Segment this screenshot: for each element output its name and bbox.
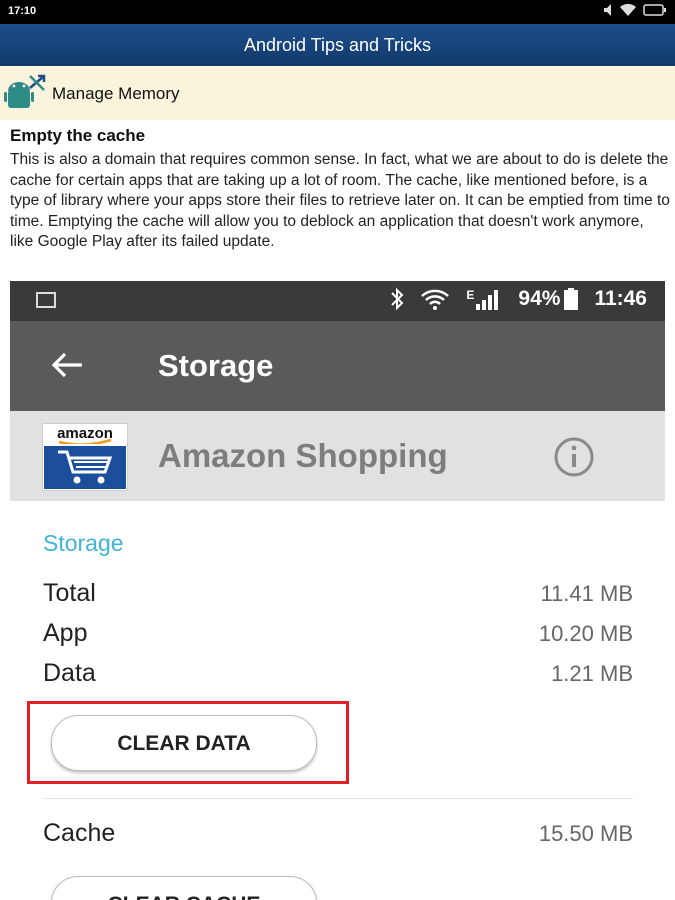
device-status-bar: 17:10	[0, 0, 675, 24]
article: Empty the cache This is also a domain th…	[10, 124, 670, 253]
row-value: 1.21 MB	[551, 661, 633, 686]
storage-toolbar: Storage	[10, 321, 665, 411]
image-notification-icon	[36, 292, 56, 308]
device-time: 17:10	[8, 5, 37, 17]
mute-icon	[604, 4, 611, 16]
android-tools-icon	[4, 74, 46, 108]
battery-percent: 94%	[518, 287, 561, 310]
storage-row-total: Total 11.41 MB	[43, 579, 633, 613]
row-value: 15.50 MB	[538, 821, 633, 846]
row-value: 10.20 MB	[538, 621, 633, 646]
wifi-icon	[421, 289, 450, 310]
embedded-screenshot: E 94% 11:46 Storage amazon Amazon Shoppi…	[10, 281, 665, 900]
toolbar-title: Storage	[158, 348, 274, 383]
article-heading: Empty the cache	[10, 126, 146, 145]
article-body: This is also a domain that requires comm…	[10, 151, 670, 250]
storage-card: Storage Total 11.41 MB App 10.20 MB Data…	[10, 501, 665, 900]
storage-section-header: Storage	[43, 530, 124, 556]
section-header[interactable]: Manage Memory	[0, 66, 675, 120]
row-label: App	[43, 619, 88, 647]
storage-row-cache: Cache 15.50 MB	[43, 819, 633, 853]
battery-icon	[564, 288, 579, 310]
battery-icon	[643, 4, 666, 16]
clear-cache-button[interactable]: CLEAR CACHE	[51, 876, 317, 900]
row-label: Total	[43, 579, 96, 607]
highlight-box	[27, 701, 349, 784]
row-label: Cache	[43, 819, 116, 847]
back-arrow-icon[interactable]	[50, 351, 84, 379]
row-value: 11.41 MB	[540, 581, 633, 606]
screenshot-status-bar: E 94% 11:46	[10, 281, 665, 321]
bluetooth-icon	[391, 287, 404, 311]
app-name: Amazon Shopping	[158, 437, 448, 474]
app-title: Android Tips and Tricks	[243, 35, 432, 55]
row-label: Data	[43, 659, 96, 687]
shopping-cart-icon	[58, 450, 113, 484]
app-title-bar: Android Tips and Tricks	[0, 24, 675, 66]
section-label: Manage Memory	[52, 84, 180, 103]
wifi-icon	[620, 4, 636, 16]
info-icon[interactable]	[552, 435, 596, 479]
storage-row-app: App 10.20 MB	[43, 619, 633, 653]
signal-icon	[476, 290, 499, 310]
app-header: amazon Amazon Shopping	[10, 411, 665, 501]
screenshot-time: 11:46	[594, 287, 647, 310]
network-type: E	[466, 288, 475, 302]
amazon-logo: amazon	[42, 423, 128, 491]
divider	[43, 798, 633, 799]
storage-row-data: Data 1.21 MB	[43, 659, 633, 693]
